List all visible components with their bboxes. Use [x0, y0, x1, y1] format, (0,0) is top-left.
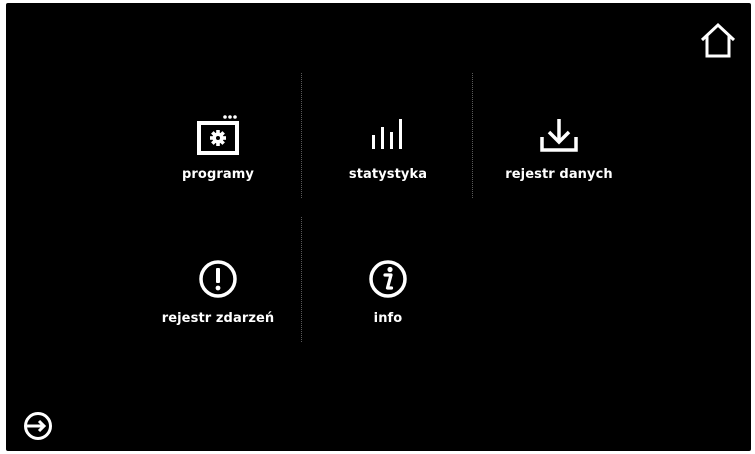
logout-button[interactable] — [18, 406, 58, 446]
menu-item-statystyka[interactable]: statystyka — [308, 105, 468, 225]
home-button[interactable] — [696, 19, 740, 63]
download-icon — [479, 105, 639, 165]
menu-item-programy[interactable]: programy — [138, 105, 298, 225]
menu-item-label: info — [373, 311, 403, 326]
main-menu-screen: programy statystyka rejestr danych rejes… — [6, 3, 751, 451]
menu-item-label: rejestr danych — [505, 167, 613, 182]
logout-icon — [24, 412, 52, 440]
statistics-bars-icon — [308, 105, 468, 165]
info-circle-icon — [308, 249, 468, 309]
menu-item-rejestr-zdarzen[interactable]: rejestr zdarzeń — [138, 249, 298, 369]
menu-item-label: programy — [182, 167, 254, 182]
chamber-settings-icon — [138, 105, 298, 165]
menu-item-label: statystyka — [348, 167, 428, 182]
exclamation-circle-icon — [138, 249, 298, 309]
divider — [301, 73, 302, 198]
divider — [301, 217, 302, 342]
menu-item-label: rejestr zdarzeń — [161, 311, 275, 326]
menu-item-rejestr-danych[interactable]: rejestr danych — [479, 105, 639, 225]
divider — [472, 73, 473, 198]
home-icon — [700, 22, 736, 58]
menu-item-info[interactable]: info — [308, 249, 468, 369]
